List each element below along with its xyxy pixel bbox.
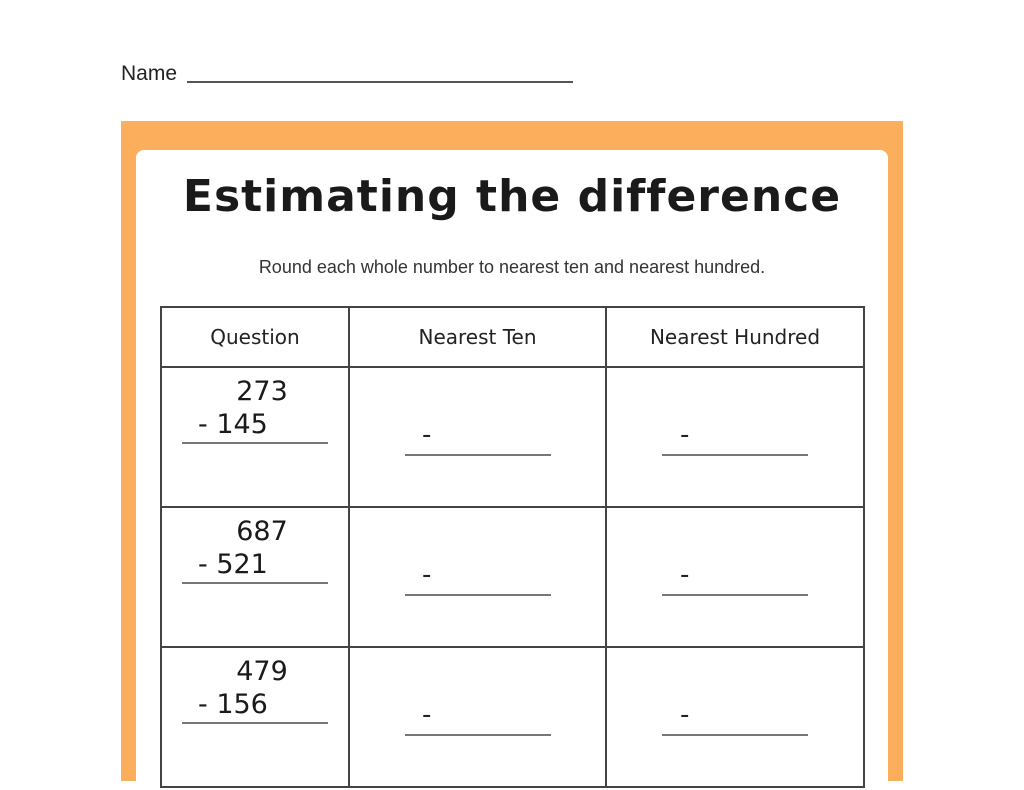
minuend: 687 xyxy=(236,516,288,547)
question-cell: 687 - 521 xyxy=(160,506,350,648)
minus-sign: - xyxy=(680,700,690,730)
name-input-line[interactable] xyxy=(187,81,574,83)
answer-line[interactable] xyxy=(662,734,808,736)
minus-sign: - xyxy=(422,420,432,450)
table-row: 273 - 145 - - xyxy=(160,366,865,508)
subtrahend: - 145 xyxy=(198,409,268,440)
name-label: Name xyxy=(121,62,178,85)
column-header-nearest-ten: Nearest Ten xyxy=(348,306,607,368)
table-header-row: Question Nearest Ten Nearest Hundred xyxy=(160,306,865,368)
worksheet-table: Question Nearest Ten Nearest Hundred 273… xyxy=(160,306,865,788)
answer-line[interactable] xyxy=(405,594,551,596)
minuend: 273 xyxy=(236,376,288,407)
answer-line[interactable] xyxy=(182,582,328,584)
column-header-question: Question xyxy=(160,306,350,368)
column-header-nearest-hundred: Nearest Hundred xyxy=(605,306,865,368)
subtrahend: - 521 xyxy=(198,549,268,580)
answer-line[interactable] xyxy=(182,442,328,444)
answer-line[interactable] xyxy=(182,722,328,724)
minus-sign: - xyxy=(680,560,690,590)
subtrahend: - 156 xyxy=(198,689,268,720)
answer-line[interactable] xyxy=(405,454,551,456)
answer-line[interactable] xyxy=(405,734,551,736)
minus-sign: - xyxy=(422,700,432,730)
nearest-hundred-cell: - xyxy=(605,366,865,508)
nearest-hundred-cell: - xyxy=(605,646,865,788)
worksheet-title: Estimating the difference xyxy=(182,171,842,222)
minus-sign: - xyxy=(680,420,690,450)
nearest-ten-cell: - xyxy=(348,646,607,788)
nearest-hundred-cell: - xyxy=(605,506,865,648)
worksheet-instructions: Round each whole number to nearest ten a… xyxy=(258,257,766,277)
name-row: Name xyxy=(121,62,574,86)
question-cell: 273 - 145 xyxy=(160,366,350,508)
nearest-ten-cell: - xyxy=(348,366,607,508)
nearest-ten-cell: - xyxy=(348,506,607,648)
answer-line[interactable] xyxy=(662,594,808,596)
minus-sign: - xyxy=(422,560,432,590)
table-row: 687 - 521 - - xyxy=(160,506,865,648)
table-row: 479 - 156 - - xyxy=(160,646,865,788)
question-cell: 479 - 156 xyxy=(160,646,350,788)
answer-line[interactable] xyxy=(662,454,808,456)
minuend: 479 xyxy=(236,656,288,687)
